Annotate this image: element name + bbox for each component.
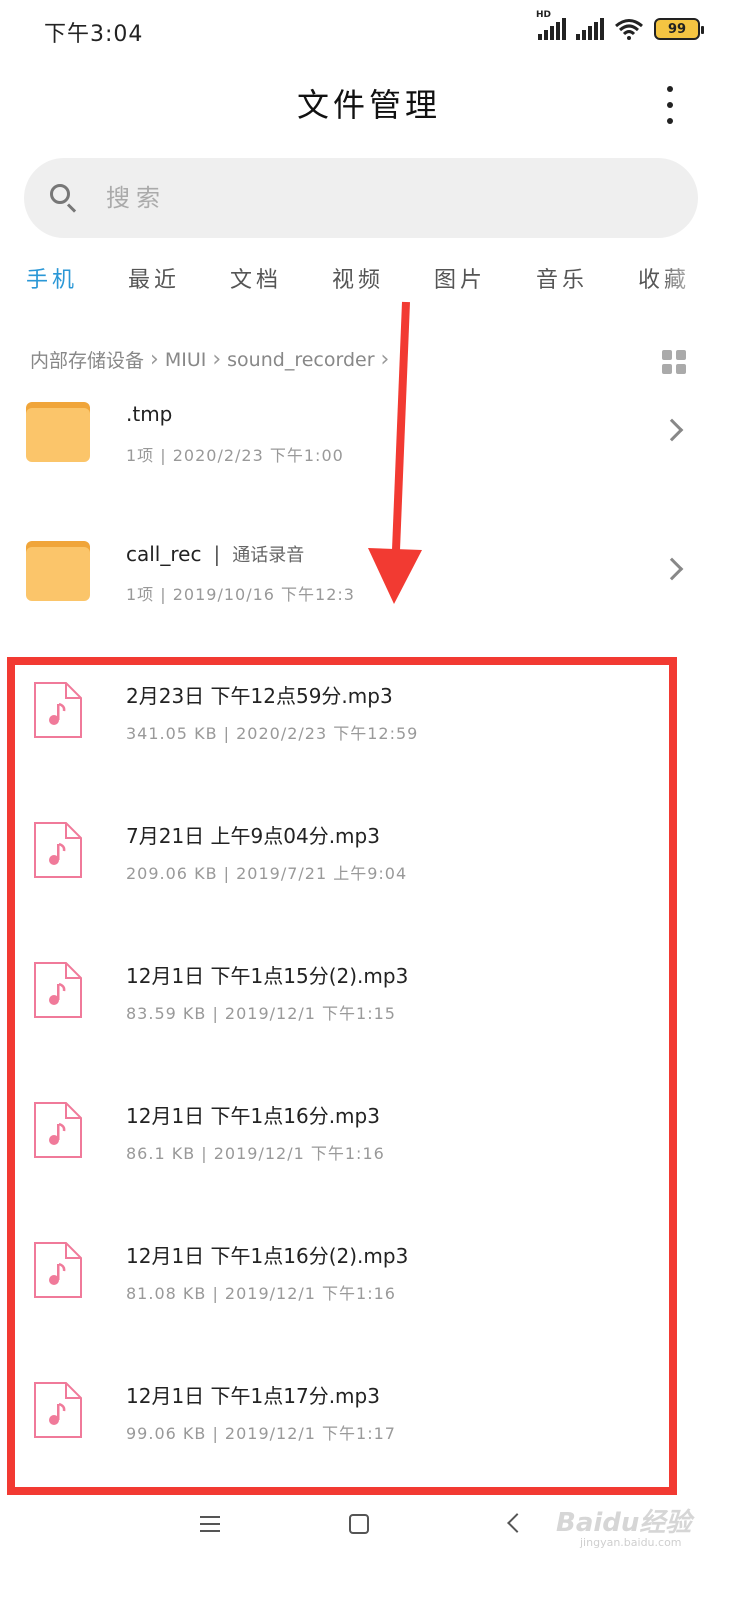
more-dot-icon xyxy=(667,102,673,108)
breadcrumb-item[interactable]: 内部存储设备 xyxy=(30,346,144,373)
annotation-highlight-box xyxy=(7,657,677,1495)
breadcrumb-item[interactable]: MIUI xyxy=(165,349,207,371)
folder-name: .tmp xyxy=(126,402,173,426)
annotation-arrow-icon xyxy=(368,301,422,604)
tabs-fade xyxy=(658,258,738,318)
watermark-site: jingyan.baidu.com xyxy=(580,1536,682,1549)
search-bar[interactable] xyxy=(24,158,698,238)
wifi-icon xyxy=(615,19,643,40)
tag-separator: | xyxy=(213,542,221,566)
status-icons: HD 99 xyxy=(536,10,704,40)
menu-icon[interactable] xyxy=(200,1516,220,1532)
folder-meta: 1项 | 2020/2/23 下午1:00 xyxy=(126,446,344,465)
folder-tag: 通话录音 xyxy=(232,545,305,566)
tab-images[interactable]: 图片 xyxy=(434,262,536,312)
battery-icon: 99 xyxy=(654,18,704,40)
page-title: 文件管理 xyxy=(296,86,441,124)
breadcrumb-item[interactable]: sound_recorder xyxy=(227,349,374,371)
home-icon[interactable] xyxy=(349,1514,369,1534)
status-time: 下午3:04 xyxy=(44,22,144,47)
tab-recent[interactable]: 最近 xyxy=(128,262,230,312)
hd-label: HD xyxy=(536,10,552,20)
status-bar: 下午3:04 HD 99 xyxy=(0,0,738,64)
chevron-right-icon xyxy=(660,418,684,442)
search-icon xyxy=(50,184,78,213)
folder-meta: 1项 | 2019/10/16 下午12:3 xyxy=(126,585,355,604)
watermark-brand: Baidu经验 xyxy=(556,1508,692,1538)
more-dot-icon xyxy=(667,86,673,92)
tab-music[interactable]: 音乐 xyxy=(536,262,638,312)
more-dot-icon xyxy=(667,118,673,124)
more-options-button[interactable] xyxy=(658,86,682,124)
folder-icon xyxy=(26,402,90,462)
chevron-right-icon xyxy=(660,557,684,581)
signal-icon-2 xyxy=(576,18,604,40)
folder-name: call_rec xyxy=(126,542,202,566)
tab-documents[interactable]: 文档 xyxy=(230,262,332,312)
back-icon[interactable] xyxy=(507,1513,527,1533)
grid-view-icon[interactable] xyxy=(662,350,686,374)
breadcrumb-chevron-icon: › xyxy=(150,347,159,372)
breadcrumb: 内部存储设备 › MIUI › sound_recorder › xyxy=(30,346,395,373)
breadcrumb-chevron-icon: › xyxy=(212,347,222,372)
search-input[interactable] xyxy=(106,184,606,212)
folder-icon xyxy=(26,541,90,601)
system-nav-bar: Baidu经验 jingyan.baidu.com xyxy=(0,1480,738,1600)
tab-phone[interactable]: 手机 xyxy=(26,262,128,312)
folder-name-line: call_rec | 通话录音 xyxy=(126,541,304,567)
signal-icon: HD xyxy=(536,10,566,40)
